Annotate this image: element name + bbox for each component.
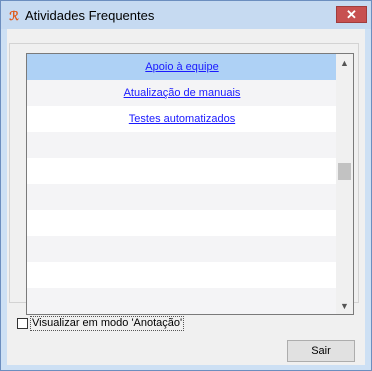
- dialog-content: Apoio à equipe Atualização de manuais Test…: [7, 29, 365, 365]
- scroll-down-icon[interactable]: ▼: [336, 297, 353, 314]
- list-item[interactable]: [27, 158, 337, 184]
- list-item[interactable]: [27, 288, 337, 314]
- title-bar[interactable]: ℛ Atividades Frequentes ✕: [1, 1, 371, 29]
- annotation-mode-option[interactable]: Visualizar em modo 'Anotação': [17, 315, 185, 331]
- vertical-scrollbar[interactable]: ▲ ▼: [336, 54, 353, 314]
- list-item[interactable]: [27, 184, 337, 210]
- scrollbar-thumb[interactable]: [338, 163, 351, 180]
- list-item[interactable]: [27, 210, 337, 236]
- activity-link[interactable]: Testes automatizados: [129, 113, 235, 125]
- annotation-mode-checkbox[interactable]: [17, 317, 28, 329]
- app-logo-icon: ℛ: [9, 9, 19, 23]
- dialog-window: ℛ Atividades Frequentes ✕ Apoio à equipe…: [0, 0, 372, 371]
- scroll-up-icon[interactable]: ▲: [336, 54, 353, 71]
- exit-button[interactable]: Sair: [287, 340, 355, 362]
- list-item[interactable]: Testes automatizados: [27, 106, 337, 132]
- list-item[interactable]: Apoio à equipe: [27, 54, 337, 80]
- activity-link[interactable]: Apoio à equipe: [145, 61, 218, 73]
- window-title: Atividades Frequentes: [25, 8, 155, 23]
- activities-list[interactable]: Apoio à equipe Atualização de manuais Test…: [26, 53, 354, 315]
- list-item[interactable]: [27, 236, 337, 262]
- activity-link[interactable]: Atualização de manuais: [124, 87, 241, 99]
- list-item[interactable]: [27, 262, 337, 288]
- list-item[interactable]: Atualização de manuais: [27, 80, 337, 106]
- close-icon: ✕: [346, 6, 357, 22]
- list-rows: Apoio à equipe Atualização de manuais Test…: [27, 54, 337, 314]
- close-button[interactable]: ✕: [336, 6, 367, 23]
- annotation-mode-label[interactable]: Visualizar em modo 'Anotação': [30, 315, 185, 331]
- list-item[interactable]: [27, 132, 337, 158]
